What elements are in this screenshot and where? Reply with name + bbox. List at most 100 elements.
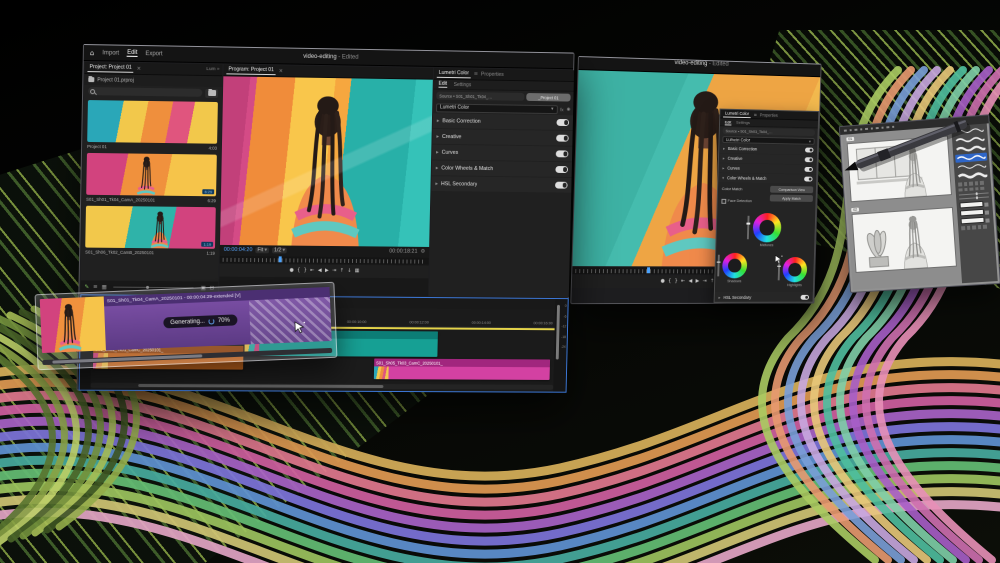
settings-wrench-icon[interactable]: ⚙ [420,249,425,255]
tool-icon-row[interactable] [958,186,988,192]
section-toggle[interactable] [801,294,810,299]
mark-in-button[interactable]: { [668,279,671,284]
go-to-out-button[interactable]: ⇥ [703,279,707,284]
highlights-wheel[interactable] [782,257,807,282]
marker-button[interactable]: ● [660,279,664,284]
export-frame-button[interactable]: ▦ [355,269,360,274]
marker-button[interactable]: ● [289,268,293,273]
section-toggle[interactable] [805,157,814,162]
list-item[interactable]: 6:29 S01_Sh01_Tk04_CamA_20250101 6:29 [86,153,217,204]
generative-extend-clip[interactable]: S01_Sh01_Tk04_CamA_20250101 - 00:00:04:2… [35,282,338,370]
layer-swatch[interactable] [961,217,985,225]
eye-icon[interactable]: ◉ [566,107,570,112]
midtones-slider[interactable] [747,216,749,239]
section-toggle[interactable] [556,119,569,126]
shadows-wheel[interactable] [722,253,747,279]
play-button[interactable]: ▶ [325,269,329,274]
menu-edit[interactable]: Edit [127,50,137,57]
section-toggle[interactable] [804,167,813,172]
lift-button[interactable]: ↑ [340,269,344,274]
comparison-view-button[interactable]: Comparison View [770,186,813,193]
section-toggle[interactable] [804,177,813,182]
target-project-chip[interactable]: _Project 01 [526,93,570,102]
storyboard-frame-1[interactable] [847,135,952,202]
extract-button[interactable]: ↓ [347,269,351,274]
storyboard-frame-2[interactable] [852,207,957,273]
section-creative[interactable]: ▸ Creative [432,129,572,146]
tab-program[interactable]: Program: Project 01 [226,65,276,75]
bottom-icon-row[interactable] [961,224,991,229]
play-button[interactable]: ▶ [696,279,700,284]
checkbox-icon[interactable] [721,199,725,203]
mark-out-button[interactable]: } [304,268,307,273]
home-icon[interactable]: ⌂ [90,49,95,57]
menu-export[interactable]: Export [145,51,162,57]
grid-view-icon[interactable]: ▦ [102,284,107,290]
close-icon[interactable]: × [279,68,283,74]
layer-swatch[interactable] [960,209,984,217]
menu-import[interactable]: Import [102,50,119,56]
step-back-button[interactable]: ◀ [318,269,322,274]
subtab-edit[interactable]: Edit [725,119,732,125]
playhead[interactable] [279,256,282,262]
tab-lumetri-color[interactable]: Lumetri Color [437,69,471,78]
list-item[interactable]: 1:19 S01_Sh06_Tk02_CamB_20250101 1:19 [85,206,216,257]
apply-match-button[interactable]: Apply Match [770,195,813,202]
layer-swatch[interactable] [959,201,983,209]
section-toggle[interactable] [805,148,814,153]
edit-pen-icon[interactable]: ✎ [84,284,89,290]
timeline-vertical-scrollbar[interactable] [556,305,560,360]
mark-out-button[interactable]: } [675,279,678,284]
section-toggle[interactable] [555,182,568,189]
section-creative[interactable]: ▸ Creative [719,154,817,165]
tab-properties[interactable]: Properties [481,71,504,77]
section-toggle[interactable] [555,166,568,173]
mark-in-button[interactable]: { [297,268,300,273]
current-timecode: 00:00:04:20 [224,247,253,253]
fit-dropdown[interactable]: Fit▾ [255,247,269,253]
step-back-button[interactable]: ◀ [688,279,692,284]
subtab-edit[interactable]: Edit [438,81,447,88]
playhead[interactable] [647,267,650,273]
list-view-icon[interactable]: ≡ [93,284,98,290]
fx-icon[interactable]: fx [560,107,563,112]
panel-menu-icon[interactable]: ≡ [474,71,478,77]
section-hsl-secondary[interactable]: ▸ HSL Secondary [715,292,813,302]
section-toggle[interactable] [556,135,569,142]
section-basic-correction[interactable]: ▸ Basic Correction [433,113,573,130]
timeline-horizontal-scrollbar[interactable] [91,383,554,390]
clip-body[interactable]: S01_Sh01_Tk04_CamA_20250101 - 00:00:04:2… [104,287,332,350]
mini-slider[interactable] [959,196,989,199]
section-color-wheels-match[interactable]: ▾ Color Wheels & Match [718,173,816,183]
source-clip-chip[interactable]: Source • S01_Sh01_Tk04_… [436,92,524,101]
glass-slab: S01_Sh01_Tk04_CamA_20250101 - 00:00:04:2… [35,282,338,370]
go-to-in-button[interactable]: ⇤ [310,268,314,273]
shadows-slider[interactable] [717,255,719,277]
brush-preset[interactable] [956,170,988,180]
list-item[interactable]: Project 01 4:03 [87,100,218,152]
section-hsl-secondary[interactable]: ▸ HSL Secondary [431,176,571,192]
section-toggle[interactable] [556,151,569,158]
go-to-out-button[interactable]: ⇥ [332,269,336,274]
tab-project[interactable]: Project: Project 01 [87,63,133,73]
section-basic-correction[interactable]: ▸ Basic Correction [719,144,817,155]
search-input[interactable] [88,87,202,97]
section-curves[interactable]: ▸ Curves [719,163,817,173]
section-color-wheels-match[interactable]: ▸ Color Wheels & Match [432,160,572,177]
midtones-wheel[interactable] [752,213,781,242]
tab-properties[interactable]: Properties [760,112,778,117]
close-icon[interactable]: × [137,65,141,71]
subtab-settings[interactable]: Settings [736,120,750,125]
mini-slider[interactable] [959,192,989,195]
subtab-settings[interactable]: Settings [454,82,472,88]
playback-resolution-dropdown[interactable]: 1/2▾ [272,247,287,253]
panel-menu-icon[interactable]: ≡ [754,112,757,117]
go-to-in-button[interactable]: ⇤ [681,279,685,284]
tab-lumetri-color[interactable]: Lumetri Color [723,110,751,118]
new-bin-button[interactable] [205,88,218,97]
preset-dropdown[interactable]: Lumetri Color ▾ [436,103,557,114]
timeline-clip-pink[interactable]: S01_Sh05_Tk03_CamC_20250101_ [374,359,550,380]
section-curves[interactable]: ▸ Curves [432,145,572,162]
tab-lumetri-collapsed[interactable]: Lum » [206,67,219,72]
face-detection-checkbox-row[interactable]: Face Detection [721,199,752,204]
